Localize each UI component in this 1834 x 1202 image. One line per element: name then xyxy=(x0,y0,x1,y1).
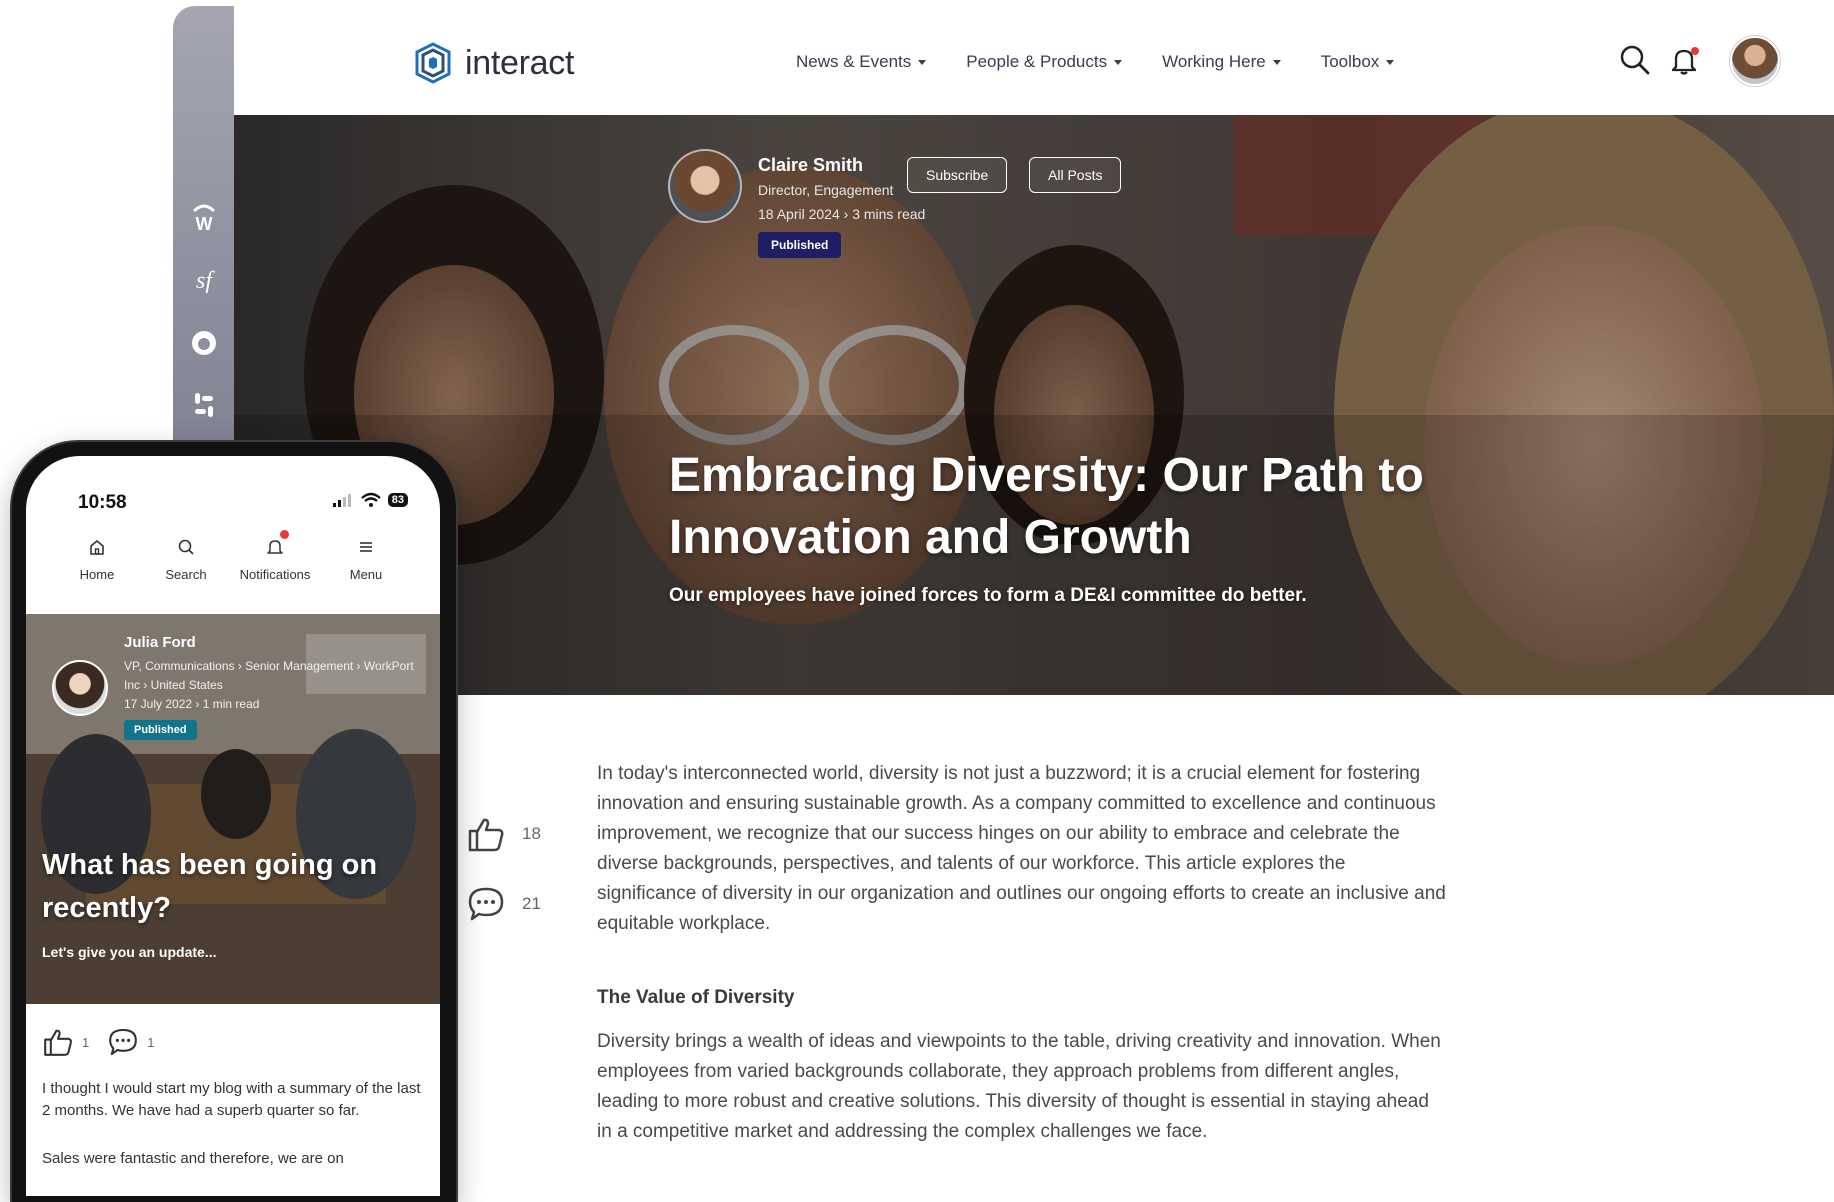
phone-nav-menu[interactable]: Menu xyxy=(321,538,411,582)
caret-down-icon xyxy=(1386,59,1395,65)
phone-like-count: 1 xyxy=(82,1034,90,1050)
nav-toolbox-label: Toolbox xyxy=(1320,52,1380,71)
phone-article-hero: Julia Ford VP, Communications › Senior M… xyxy=(26,614,440,1004)
interact-logo[interactable]: interact xyxy=(411,40,574,86)
wifi-icon xyxy=(360,492,381,507)
phone-author-info: VP, Communications › Senior Management ›… xyxy=(124,657,414,714)
all-posts-button[interactable]: All Posts xyxy=(1029,157,1122,193)
nav-people-products-label: People & Products xyxy=(966,52,1108,71)
phone-article-date: 17 July 2022 xyxy=(124,697,193,711)
chevron-right-icon: › xyxy=(192,697,203,711)
thumbs-up-icon xyxy=(468,818,504,852)
thumbs-up-icon[interactable] xyxy=(42,1026,74,1058)
subscribe-button[interactable]: Subscribe xyxy=(907,157,1008,193)
nav-news-events[interactable]: News & Events xyxy=(796,52,927,72)
svg-text:W: W xyxy=(196,214,213,233)
phone-nav-search[interactable]: Search xyxy=(141,538,231,582)
app-icon[interactable] xyxy=(187,326,221,360)
phone-article-body-continued: Sales were fantastic and therefore, we a… xyxy=(42,1150,344,1167)
phone-screen: 10:58 83 Home Search Notifications Menu xyxy=(26,456,440,1196)
author-role: Director, Engagement xyxy=(758,182,894,198)
notification-dot xyxy=(1691,47,1699,55)
comment-count: 21 xyxy=(522,894,541,913)
phone-nav-notifications-label: Notifications xyxy=(239,567,311,582)
hamburger-menu-icon xyxy=(360,542,372,552)
signal-icon xyxy=(332,494,351,507)
phone-nav-search-label: Search xyxy=(165,567,207,582)
comment-icon[interactable] xyxy=(107,1026,139,1058)
app-rail: W sf xyxy=(173,6,235,476)
phone-nav: Home Search Notifications Menu xyxy=(26,530,440,602)
status-badge: Published xyxy=(758,232,842,258)
author-name[interactable]: Claire Smith xyxy=(758,155,863,176)
phone-author-name[interactable]: Julia Ford xyxy=(124,634,196,651)
article-section-paragraph: Diversity brings a wealth of ideas and v… xyxy=(597,1031,1441,1142)
section-heading: The Value of Diversity xyxy=(597,987,795,1008)
article-body: In today's interconnected world, diversi… xyxy=(597,759,1447,1147)
like-button[interactable]: 18 xyxy=(466,814,541,854)
phone-article-title: What has been going on recently? xyxy=(42,849,378,924)
phone-read-time: 1 min read xyxy=(202,697,260,711)
salesforce-icon[interactable]: sf xyxy=(187,263,221,297)
nav-working-here-label: Working Here xyxy=(1162,52,1266,71)
phone-author-avatar[interactable] xyxy=(52,660,108,716)
slack-icon[interactable] xyxy=(187,388,221,422)
phone-nav-notifications[interactable]: Notifications xyxy=(230,538,320,582)
battery-indicator: 83 xyxy=(387,493,408,507)
nav-people-products[interactable]: People & Products xyxy=(966,52,1123,72)
notification-dot xyxy=(280,530,289,539)
caret-down-icon xyxy=(918,59,927,65)
phone-comment-count: 1 xyxy=(147,1034,155,1050)
phone-article-subtitle: Let's give you an update... xyxy=(42,944,217,960)
chevron-right-icon: › xyxy=(843,206,853,222)
top-navigation-bar: interact News & Events People & Products… xyxy=(234,6,1834,115)
nav-toolbox[interactable]: Toolbox xyxy=(1321,52,1395,72)
article-subtitle: Our employees have joined forces to form… xyxy=(669,585,1307,606)
phone-author-role: VP, Communications › Senior Management ›… xyxy=(124,659,414,692)
phone-nav-home[interactable]: Home xyxy=(52,538,142,582)
desktop-window: interact News & Events People & Products… xyxy=(234,6,1834,1159)
phone-article-body: I thought I would start my blog with a s… xyxy=(42,1080,421,1119)
home-icon xyxy=(90,540,104,555)
interact-logo-mark xyxy=(415,42,451,84)
article-hero: Claire Smith Director, Engagement 18 Apr… xyxy=(234,115,1834,695)
svg-text:sf: sf xyxy=(196,268,215,294)
status-bar-icons: 83 xyxy=(332,492,408,508)
brand-name: interact xyxy=(465,43,575,82)
status-bar-time: 10:58 xyxy=(78,492,127,513)
search-icon xyxy=(178,539,194,555)
phone-reactions: 1 1 xyxy=(42,1026,172,1058)
author-avatar[interactable] xyxy=(668,149,742,223)
nav-working-here[interactable]: Working Here xyxy=(1162,52,1281,72)
phone-article-meta: 17 July 2022 › 1 min read xyxy=(124,695,414,714)
nav-news-events-label: News & Events xyxy=(796,52,912,71)
article-intro: In today's interconnected world, diversi… xyxy=(597,763,1446,934)
caret-down-icon xyxy=(1114,59,1123,65)
article-meta: 18 April 2024 › 3 mins read xyxy=(758,206,925,222)
bell-icon xyxy=(267,540,283,554)
phone-nav-menu-label: Menu xyxy=(349,567,383,582)
comment-button[interactable]: 21 xyxy=(466,884,541,924)
phone-status-badge: Published xyxy=(124,720,197,740)
user-avatar[interactable] xyxy=(1730,36,1780,86)
workday-icon[interactable]: W xyxy=(187,199,221,234)
read-time: 3 mins read xyxy=(852,206,926,222)
like-count: 18 xyxy=(522,824,541,843)
phone-mockup: 10:58 83 Home Search Notifications Menu xyxy=(12,442,456,1202)
main-nav: News & Events People & Products Working … xyxy=(796,52,1434,72)
article-title: Embracing Diversity: Our Path to Innovat… xyxy=(669,449,1424,564)
comment-icon xyxy=(468,887,504,921)
search-icon[interactable] xyxy=(1619,44,1651,76)
phone-nav-home-label: Home xyxy=(79,567,115,582)
article-date: 18 April 2024 xyxy=(758,206,840,222)
caret-down-icon xyxy=(1272,59,1281,65)
hero-photo xyxy=(234,115,1834,695)
